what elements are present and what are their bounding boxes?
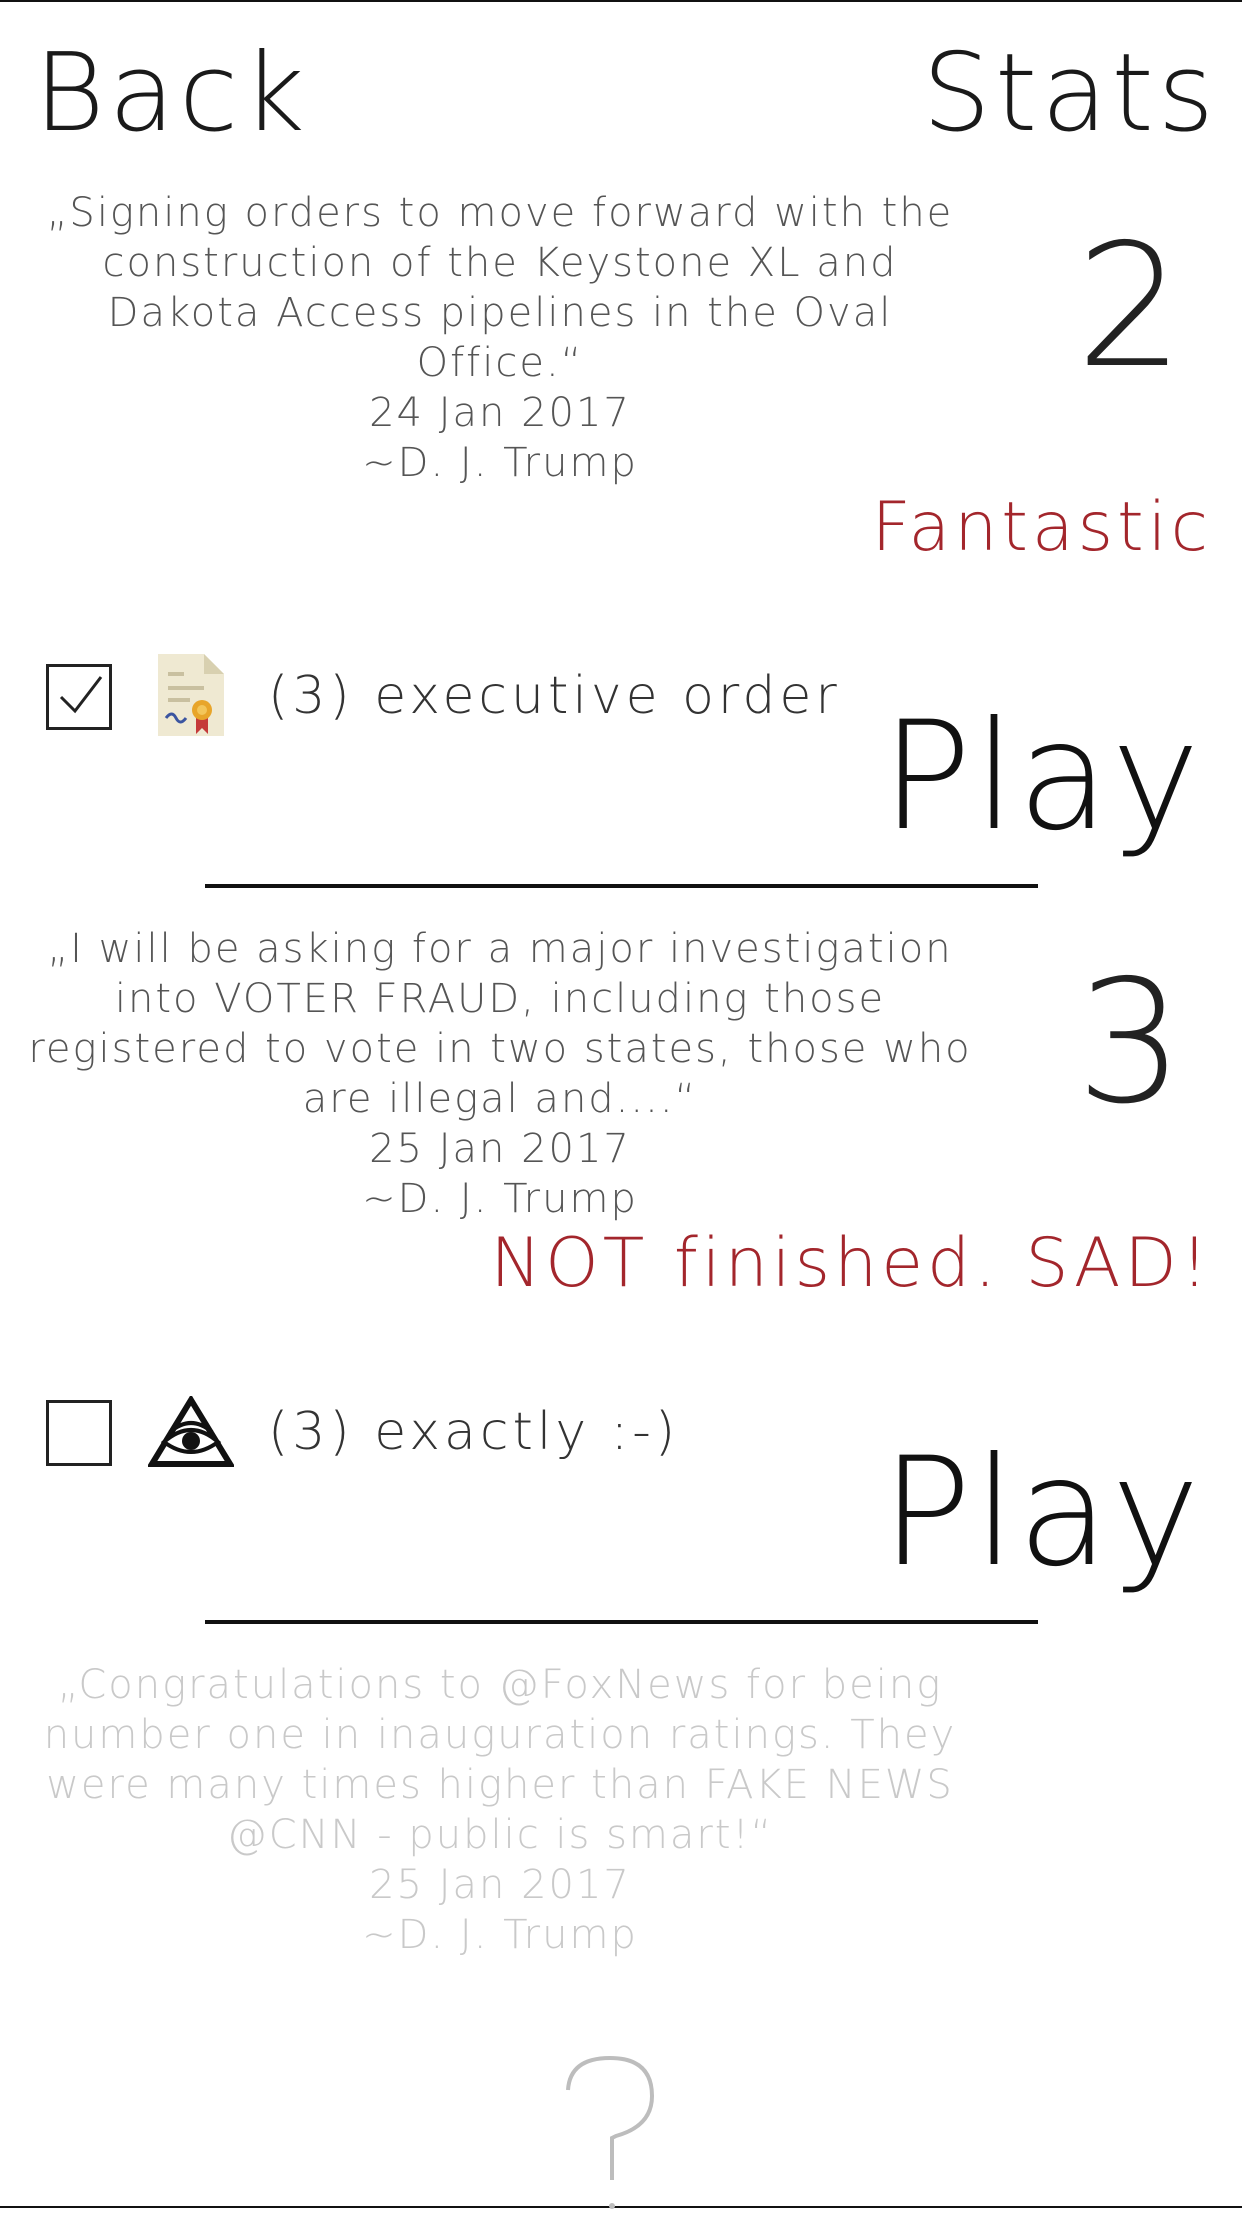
level-number: 3 [1075,944,1185,1142]
completed-checkbox[interactable] [46,664,112,730]
level-item-label: (3) executive order [268,666,841,726]
quote-date: 25 Jan 2017 [369,1862,631,1908]
quote-text: „Congratulations to @FoxNews for being n… [43,1662,957,1858]
level-number: 2 [1075,208,1185,406]
question-mark-icon [560,2052,660,2210]
quote-text: „I will be asking for a major investigat… [28,926,972,1122]
back-button[interactable]: Back [34,40,309,148]
level-divider [205,1620,1038,1624]
stats-button[interactable]: Stats [922,40,1218,148]
quote-author: ~D. J. Trump [362,1912,638,1958]
level-divider [205,884,1038,888]
play-button[interactable]: Play [881,702,1202,852]
quote-author: ~D. J. Trump [362,440,638,486]
quote-author: ~D. J. Trump [362,1176,638,1222]
level-status: Fantastic [871,488,1212,567]
checkmark-icon [59,676,103,714]
level-3-quote-block: „Congratulations to @FoxNews for being n… [20,1660,980,1960]
level-1-quote-block: „Signing orders to move forward with the… [20,188,980,488]
level-2-quote-block: „I will be asking for a major investigat… [20,924,980,1224]
quote-date: 24 Jan 2017 [369,390,631,436]
level-item-label: (3) exactly :-) [268,1402,680,1462]
quote-date: 25 Jan 2017 [369,1126,631,1172]
level-status: NOT finished. SAD! [490,1224,1212,1303]
certificate-document-icon [156,652,226,738]
quote-text: „Signing orders to move forward with the… [46,190,954,386]
play-button[interactable]: Play [881,1438,1202,1588]
completed-checkbox[interactable] [46,1400,112,1466]
eye-pyramid-icon [146,1394,236,1468]
